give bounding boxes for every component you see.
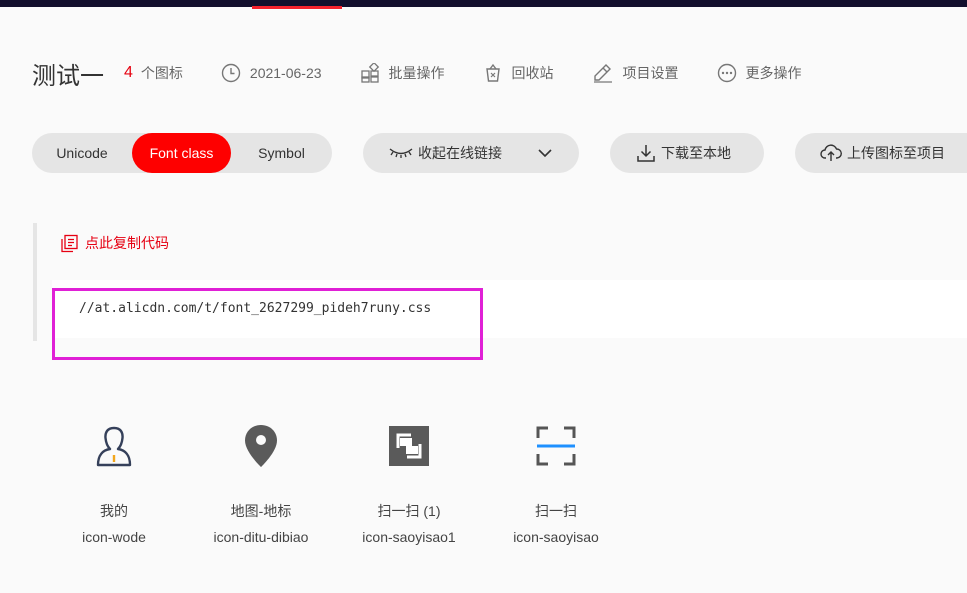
trash-icon — [485, 63, 500, 82]
tab-font-class[interactable]: Font class — [132, 133, 231, 173]
upload-label: 上传图标至项目 — [847, 145, 945, 161]
icon-name: 地图-地标 — [230, 503, 292, 519]
icon-card-ditu-dibiao[interactable]: 地图-地标 icon-ditu-dibiao — [191, 418, 331, 547]
download-button[interactable]: 下载至本地 — [610, 133, 764, 173]
icon-class: icon-ditu-dibiao — [213, 529, 309, 545]
icon-name: 我的 — [100, 503, 128, 519]
active-nav-indicator — [252, 6, 342, 9]
recycle-bin-label: 回收站 — [511, 65, 554, 81]
icon-card-saoyisao[interactable]: 扫一扫 icon-saoyisao — [486, 418, 626, 547]
project-date-text: 2021-06-23 — [249, 65, 322, 81]
more-operations-button[interactable]: 更多操作 — [717, 63, 802, 83]
map-pin-icon — [245, 425, 277, 467]
collapse-link-button[interactable]: 收起在线链接 — [363, 133, 579, 173]
icon-card-saoyisao1[interactable]: 扫一扫 (1) icon-saoyisao1 — [339, 418, 479, 547]
icon-count: 4 — [124, 64, 133, 81]
icon-class: icon-saoyisao1 — [362, 529, 456, 545]
download-icon — [637, 145, 655, 162]
project-settings-button[interactable]: 项目设置 — [592, 63, 679, 83]
download-label: 下载至本地 — [661, 145, 731, 161]
copy-icon — [61, 234, 78, 252]
format-segmented-control: Unicode Font class Symbol — [32, 133, 332, 173]
project-date: 2021-06-23 — [221, 63, 322, 83]
chevron-down-icon — [538, 149, 552, 158]
batch-operations-label: 批量操作 — [388, 65, 445, 81]
copy-code-label: 点此复制代码 — [85, 235, 169, 251]
project-header: 测试一 4 个图标 2021-06-23 批量操作 回收站 项目设置 更多操作 — [32, 56, 840, 90]
project-title: 测试一 — [32, 62, 104, 90]
icon-class: icon-saoyisao — [513, 529, 599, 545]
icon-name: 扫一扫 (1) — [377, 503, 441, 519]
highlight-box — [52, 288, 483, 360]
more-dots-icon — [717, 63, 736, 83]
collapse-link-label: 收起在线链接 — [418, 145, 502, 161]
cloud-upload-icon — [820, 144, 842, 161]
code-panel-border — [33, 223, 37, 341]
scan-frame-icon — [536, 426, 576, 466]
clock-icon — [221, 63, 241, 83]
more-operations-label: 更多操作 — [745, 65, 802, 81]
icon-card-wode[interactable]: 我的 icon-wode — [44, 418, 184, 547]
scan-square-icon — [389, 426, 429, 466]
project-settings-label: 项目设置 — [622, 65, 679, 81]
pencil-icon — [593, 64, 612, 83]
tab-unicode[interactable]: Unicode — [32, 133, 132, 173]
top-nav-bar — [0, 0, 967, 7]
tab-symbol[interactable]: Symbol — [231, 133, 332, 173]
upload-button[interactable]: 上传图标至项目 — [795, 133, 967, 173]
copy-code-link[interactable]: 点此复制代码 — [60, 233, 169, 253]
icon-class: icon-wode — [82, 529, 146, 545]
icon-name: 扫一扫 — [535, 503, 577, 519]
icon-count-label: 个图标 — [140, 65, 183, 81]
user-icon — [96, 426, 132, 467]
batch-operations-button[interactable]: 批量操作 — [360, 63, 445, 83]
eye-closed-icon — [389, 148, 413, 158]
grid-icon — [360, 63, 379, 83]
recycle-bin-button[interactable]: 回收站 — [483, 63, 554, 83]
